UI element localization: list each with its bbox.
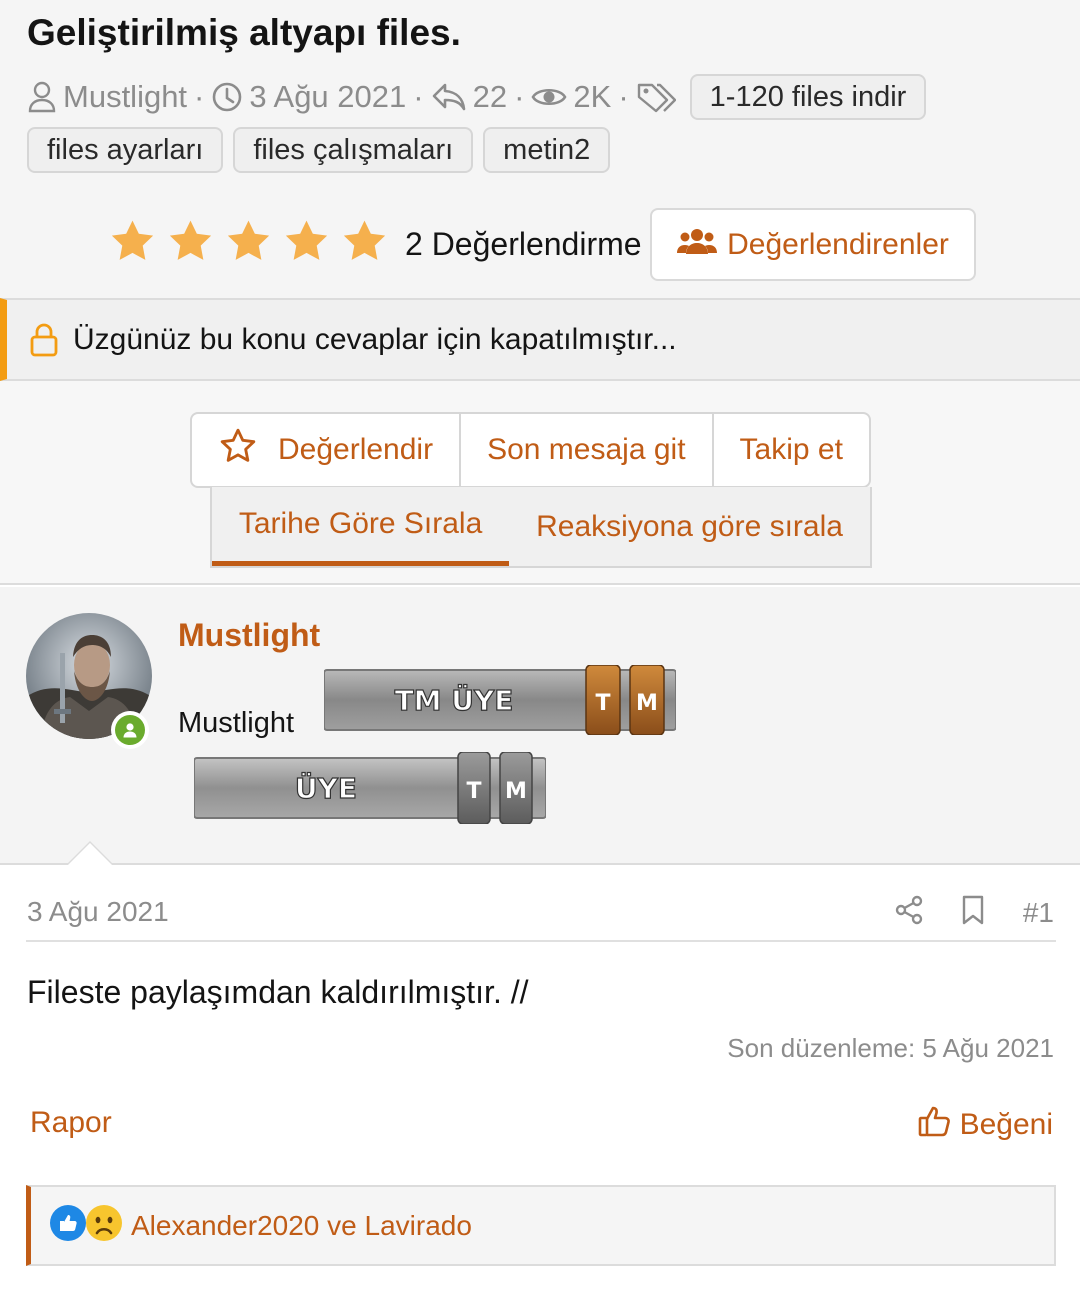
- banner-text: TM ÜYE: [395, 683, 514, 717]
- rating-count: 2 Değerlendirme: [405, 225, 642, 262]
- reaction-users[interactable]: Alexander2020 ve Lavirado: [131, 1210, 472, 1242]
- tab-sort-by-reaction[interactable]: Reaksiyona göre sırala: [509, 487, 870, 566]
- thread-header: Geliştirilmiş altyapı files. Mustlight ·…: [0, 0, 1080, 300]
- edited-note: Son düzenleme: 5 Ağu 2021: [727, 1033, 1054, 1063]
- user-banner-uye: ÜYE T M: [193, 751, 547, 829]
- banner-badge: M: [505, 779, 527, 804]
- rate-button[interactable]: Değerlendir: [192, 414, 459, 486]
- tab-sort-by-date[interactable]: Tarihe Göre Sırala: [212, 487, 510, 566]
- thread-title: Geliştirilmiş altyapı files.: [27, 12, 461, 53]
- post-body: Fileste paylaşımdan kaldırılmıştır. //: [27, 974, 529, 1010]
- reply-count: 22: [472, 79, 508, 114]
- star-icon: [340, 217, 389, 271]
- star-icon: [166, 217, 215, 271]
- reactions-bar[interactable]: Alexander2020 ve Lavirado: [26, 1185, 1056, 1266]
- bookmark-icon[interactable]: [961, 895, 985, 932]
- tag-item[interactable]: files ayarları: [27, 127, 224, 173]
- banner-text: ÜYE: [295, 771, 357, 805]
- star-icon: [282, 217, 331, 271]
- post-tools: #1: [895, 893, 1054, 933]
- like-reaction-icon: [49, 1204, 87, 1247]
- sad-reaction-icon: [85, 1204, 123, 1247]
- tags-icon: [636, 81, 676, 113]
- thread-date[interactable]: 3 Ağu 2021: [249, 79, 406, 115]
- sort-tabs: Tarihe Göre Sırala Reaksiyona göre sıral…: [210, 487, 872, 568]
- last-post-button[interactable]: Son mesaja git: [459, 414, 711, 486]
- lock-icon: [29, 323, 59, 357]
- clock-icon: [211, 81, 243, 113]
- banner-badge: T: [595, 691, 610, 716]
- raters-button-label: Değerlendirenler: [727, 227, 949, 261]
- post-author-block: Mustlight Mustlight TM ÜYE T M ÜYE T M: [0, 587, 1080, 865]
- author-pointer: [66, 841, 114, 865]
- user-banner-tm-uye: TM ÜYE T M: [323, 664, 677, 740]
- share-icon[interactable]: [895, 895, 923, 932]
- banner-badge: M: [636, 691, 658, 716]
- banner-badge: T: [466, 779, 481, 804]
- eye-icon: [531, 83, 567, 111]
- tag-item[interactable]: 1-120 files indir: [689, 74, 927, 120]
- raters-button[interactable]: Değerlendirenler: [650, 208, 976, 281]
- user-title: Mustlight: [178, 707, 295, 739]
- follow-button[interactable]: Takip et: [711, 414, 869, 486]
- online-status-icon: [111, 711, 149, 749]
- star-icon: [224, 217, 273, 271]
- reaction-icons: [49, 1204, 123, 1247]
- like-button-label: Beğeni: [959, 1108, 1053, 1141]
- star-outline-icon: [218, 426, 258, 474]
- tag-item[interactable]: files çalışmaları: [233, 127, 474, 173]
- tag-item[interactable]: metin2: [483, 127, 611, 173]
- view-count: 2K: [573, 79, 612, 114]
- thumbs-up-icon: [918, 1104, 952, 1146]
- star-icon: [108, 217, 157, 271]
- thread-rating: 2 Değerlendirme: [108, 208, 642, 280]
- post-author-name[interactable]: Mustlight: [178, 617, 320, 654]
- users-icon: [677, 227, 718, 263]
- like-button[interactable]: Beğeni: [918, 1104, 1053, 1146]
- locked-notice: Üzgünüz bu konu cevaplar için kapatılmış…: [0, 298, 1080, 381]
- thread-author[interactable]: Mustlight: [63, 79, 187, 115]
- post-divider: [26, 940, 1056, 942]
- locked-text: Üzgünüz bu konu cevaplar için kapatılmış…: [73, 322, 677, 356]
- user-icon: [27, 81, 57, 113]
- post-number[interactable]: #1: [1023, 897, 1054, 929]
- tag-list: files ayarları files çalışmaları metin2: [27, 127, 611, 173]
- reply-icon: [431, 81, 467, 113]
- report-link[interactable]: Rapor: [30, 1106, 112, 1140]
- post-date[interactable]: 3 Ağu 2021: [27, 896, 169, 928]
- thread-meta: Mustlight · 3 Ağu 2021 · 22 · 2K · 1-120…: [27, 74, 927, 120]
- rate-button-label: Değerlendir: [278, 433, 434, 466]
- rating-stars: [108, 217, 389, 271]
- thread-action-group: Değerlendir Son mesaja git Takip et: [190, 412, 871, 488]
